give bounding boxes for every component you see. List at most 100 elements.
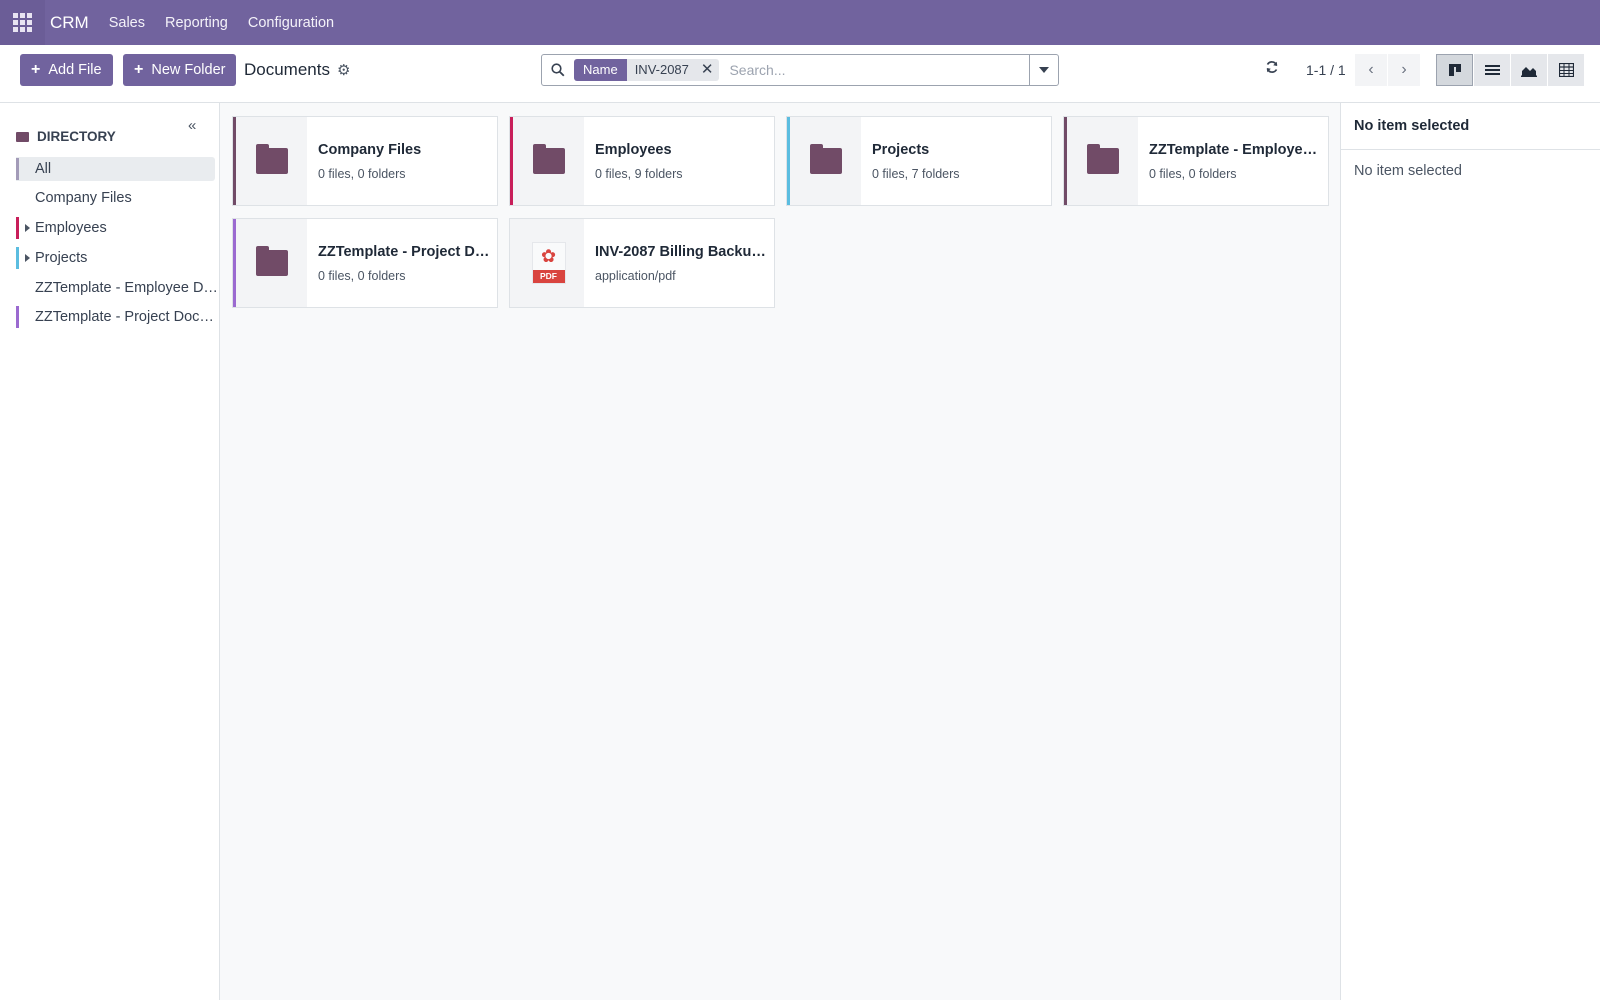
search-facet[interactable]: Name INV-2087 ✕	[574, 59, 720, 81]
kanban-icon	[1448, 64, 1461, 76]
menu-reporting[interactable]: Reporting	[165, 15, 228, 31]
plus-icon: +	[31, 61, 41, 78]
kanban-card-inv-2087[interactable]: ✿ PDF INV-2087 Billing Backu… applicatio…	[509, 218, 775, 308]
search-facet-value: INV-2087 ✕	[626, 59, 720, 81]
new-folder-button[interactable]: + New Folder	[123, 54, 237, 86]
card-thumbnail	[236, 117, 307, 205]
list-icon	[1484, 64, 1500, 75]
folder-icon	[532, 144, 565, 174]
menu-sales[interactable]: Sales	[109, 15, 145, 31]
caret-right-icon[interactable]	[25, 224, 30, 232]
pivot-view-button[interactable]	[1547, 54, 1584, 86]
plus-icon: +	[134, 61, 144, 78]
card-subtitle: 0 files, 9 folders	[595, 167, 683, 181]
sidebar-item-label: All	[35, 161, 52, 177]
search-facet-value-text: INV-2087	[634, 62, 689, 77]
sidebar-item-employees[interactable]: Employees	[16, 216, 215, 240]
sidebar-item-label: ZZTemplate - Project Doc…	[35, 309, 214, 325]
card-title: Projects	[872, 142, 930, 158]
kanban-card-zztemplate-employee[interactable]: ZZTemplate - Employee… 0 files, 0 folder…	[1063, 116, 1329, 206]
kanban-card-employees[interactable]: Employees 0 files, 9 folders	[509, 116, 775, 206]
sidebar-item-label: Employees	[35, 220, 107, 236]
kanban-card-projects[interactable]: Projects 0 files, 7 folders	[786, 116, 1052, 206]
folder-icon	[255, 246, 288, 276]
list-view-button[interactable]	[1473, 54, 1510, 86]
sidebar-item-zztemplate-employee[interactable]: ZZTemplate - Employee D…	[16, 276, 218, 300]
control-panel: + Add File + New Folder Documents ⚙ Name…	[0, 45, 1600, 103]
caret-down-icon	[1039, 67, 1049, 73]
page-title: Documents ⚙	[244, 60, 350, 80]
add-file-label: Add File	[48, 62, 102, 78]
graph-view-button[interactable]	[1510, 54, 1547, 86]
directory-header: DIRECTORY	[16, 129, 116, 144]
card-thumbnail	[513, 117, 584, 205]
folder-icon	[1086, 144, 1119, 174]
sidebar-item-color-bar	[16, 217, 19, 239]
sidebar-item-color-bar	[16, 158, 19, 180]
card-thumbnail	[236, 219, 307, 307]
sidebar-item-label: Company Files	[35, 190, 132, 206]
inspector-subtitle: No item selected	[1354, 163, 1462, 179]
caret-right-icon[interactable]	[25, 254, 30, 262]
details-inspector: No item selected No item selected	[1340, 103, 1600, 1000]
kanban-area: Company Files 0 files, 0 folders Employe…	[220, 103, 1340, 1000]
search-bar: Name INV-2087 ✕	[541, 54, 1059, 86]
inspector-divider	[1341, 149, 1600, 150]
page-title-text: Documents	[244, 60, 330, 79]
gear-icon[interactable]: ⚙	[337, 61, 350, 79]
app-brand[interactable]: CRM	[50, 13, 89, 33]
sidebar-item-color-bar	[16, 247, 19, 269]
card-title: Employees	[595, 142, 672, 158]
refresh-icon[interactable]	[1265, 60, 1279, 79]
chevron-right-icon: ›	[1401, 61, 1407, 78]
pdf-tag: PDF	[532, 270, 565, 283]
search-input[interactable]	[729, 62, 1030, 78]
card-subtitle: 0 files, 7 folders	[872, 167, 960, 181]
card-subtitle: 0 files, 0 folders	[318, 167, 406, 181]
add-file-button[interactable]: + Add File	[20, 54, 113, 86]
menu-configuration[interactable]: Configuration	[248, 15, 334, 31]
apps-menu-button[interactable]	[0, 0, 45, 45]
close-icon[interactable]: ✕	[701, 59, 714, 81]
folder-icon	[255, 144, 288, 174]
table-icon	[1558, 63, 1574, 77]
apps-grid-icon	[13, 13, 32, 32]
sidebar-item-projects[interactable]: Projects	[16, 246, 215, 270]
kanban-card-zztemplate-project[interactable]: ZZTemplate - Project D… 0 files, 0 folde…	[232, 218, 498, 308]
card-title: ZZTemplate - Project D…	[318, 244, 490, 260]
pager-next-button[interactable]: ›	[1388, 54, 1420, 86]
new-folder-label: New Folder	[151, 62, 226, 78]
area-chart-icon	[1521, 66, 1537, 77]
sidebar-item-label: Projects	[35, 250, 88, 266]
kanban-card-company-files[interactable]: Company Files 0 files, 0 folders	[232, 116, 498, 206]
card-subtitle: 0 files, 0 folders	[318, 269, 406, 283]
kanban-view-button[interactable]	[1436, 54, 1473, 86]
sidebar-item-color-bar	[16, 306, 19, 328]
directory-sidebar: DIRECTORY « All Company Files Employees …	[0, 103, 220, 1000]
top-navbar: CRM Sales Reporting Configuration	[0, 0, 1600, 45]
sidebar-item-company-files[interactable]: Company Files	[16, 186, 215, 210]
card-title: ZZTemplate - Employee…	[1149, 142, 1321, 158]
card-title: Company Files	[318, 142, 422, 158]
search-icon[interactable]	[542, 63, 574, 77]
pager-value[interactable]: 1-1 / 1	[1306, 62, 1346, 78]
view-switcher	[1436, 54, 1584, 86]
pager-previous-button[interactable]: ‹	[1355, 54, 1387, 86]
folder-icon	[16, 131, 29, 142]
sidebar-item-all[interactable]: All	[16, 157, 215, 181]
card-title: INV-2087 Billing Backu…	[595, 244, 766, 260]
folder-icon	[809, 144, 842, 174]
card-subtitle: 0 files, 0 folders	[1149, 167, 1237, 181]
acrobat-icon: ✿	[540, 246, 557, 266]
collapse-sidebar-icon[interactable]: «	[188, 117, 196, 134]
pdf-icon: ✿ PDF	[531, 242, 566, 284]
inspector-title: No item selected	[1354, 118, 1470, 134]
sidebar-item-label: ZZTemplate - Employee D…	[35, 280, 218, 296]
chevron-left-icon: ‹	[1368, 61, 1374, 78]
search-options-toggle[interactable]	[1029, 55, 1058, 85]
card-subtitle: application/pdf	[595, 269, 676, 283]
card-thumbnail	[790, 117, 861, 205]
directory-header-label: DIRECTORY	[37, 129, 116, 144]
search-facet-label: Name	[574, 59, 627, 81]
sidebar-item-zztemplate-project[interactable]: ZZTemplate - Project Doc…	[16, 305, 215, 329]
